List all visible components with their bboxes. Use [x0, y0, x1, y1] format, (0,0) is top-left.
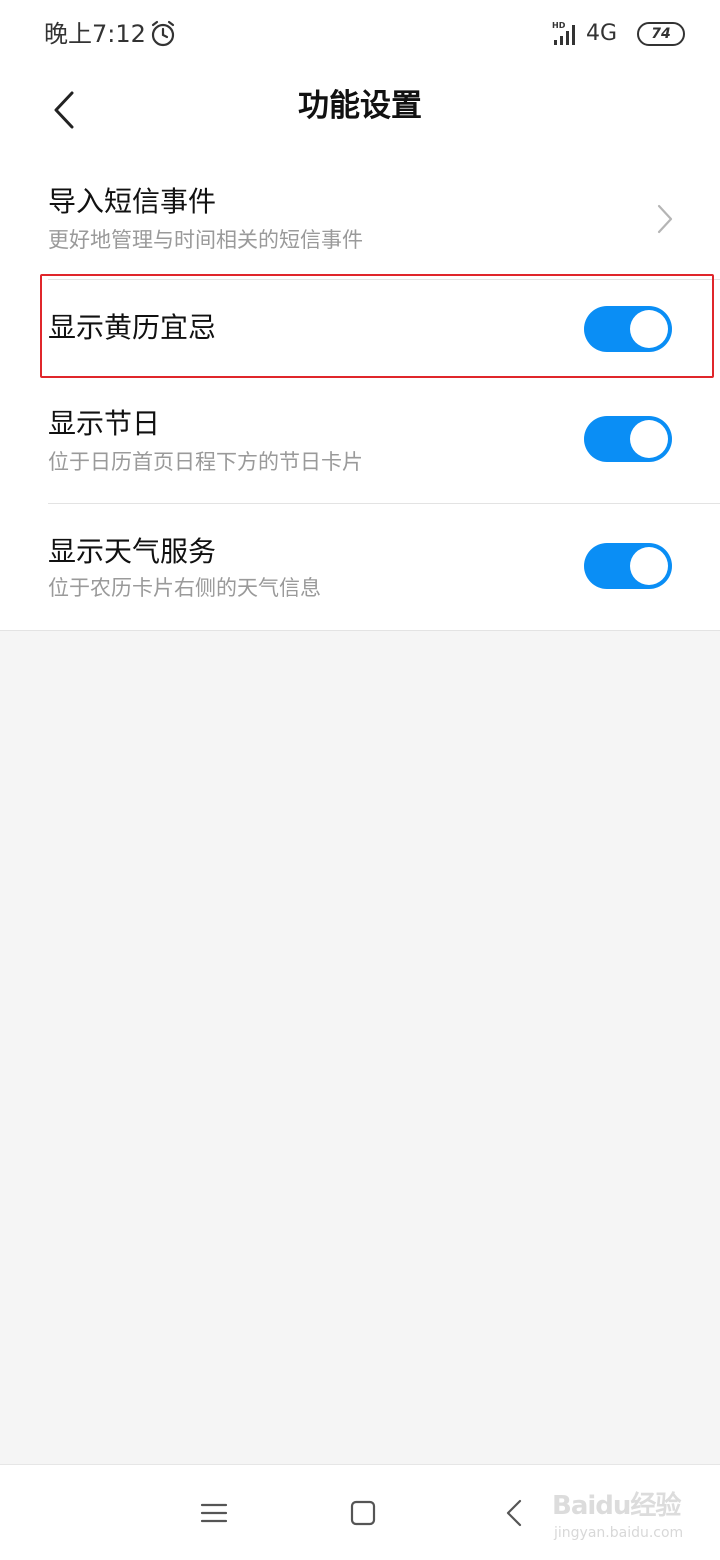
toggle-weather[interactable]	[584, 543, 672, 589]
toggle-festival[interactable]	[584, 416, 672, 462]
setting-subtitle: 更好地管理与时间相关的短信事件	[48, 228, 363, 252]
header: 功能设置	[0, 70, 720, 150]
toggle-knob	[630, 420, 668, 458]
watermark-domain: jingyan.baidu.com	[554, 1525, 684, 1541]
home-square-icon[interactable]	[345, 1495, 381, 1531]
setting-show-weather[interactable]: 显示天气服务 位于农历卡片右侧的天气信息	[0, 504, 720, 630]
page-title: 功能设置	[298, 88, 422, 124]
back-button[interactable]	[40, 82, 88, 138]
nav-bar: Baidu经验 jingyan.baidu.com	[0, 1464, 720, 1560]
battery-level: 74	[651, 26, 671, 42]
battery-icon: 74	[637, 22, 685, 46]
settings-list: 导入短信事件 更好地管理与时间相关的短信事件 显示黄历宜忌 显示节日 位于日历首…	[0, 150, 720, 631]
menu-icon[interactable]	[196, 1495, 232, 1531]
setting-import-sms-events[interactable]: 导入短信事件 更好地管理与时间相关的短信事件	[0, 150, 720, 280]
toggle-knob	[630, 547, 668, 585]
watermark-brand: Baidu经验	[552, 1491, 681, 1521]
alarm-icon	[151, 20, 175, 47]
network-type: 4G	[586, 21, 618, 46]
svg-text:HD: HD	[552, 21, 566, 30]
setting-subtitle: 位于农历卡片右侧的天气信息	[48, 576, 321, 600]
setting-title: 导入短信事件	[48, 185, 217, 218]
chevron-right-icon	[657, 204, 673, 234]
highlight-box	[40, 274, 714, 378]
setting-title: 显示节日	[48, 407, 161, 440]
status-bar: 晚上7:12 HD 4G 74	[0, 0, 720, 70]
setting-show-festival[interactable]: 显示节日 位于日历首页日程下方的节日卡片	[0, 376, 720, 504]
setting-title: 显示天气服务	[48, 535, 217, 568]
setting-subtitle: 位于日历首页日程下方的节日卡片	[48, 450, 363, 474]
back-icon[interactable]	[500, 1495, 530, 1531]
chevron-left-icon	[54, 91, 74, 129]
status-time: 晚上7:12	[44, 20, 146, 48]
signal-icon: HD	[552, 21, 575, 45]
watermark: Baidu经验 jingyan.baidu.com	[548, 1485, 698, 1545]
